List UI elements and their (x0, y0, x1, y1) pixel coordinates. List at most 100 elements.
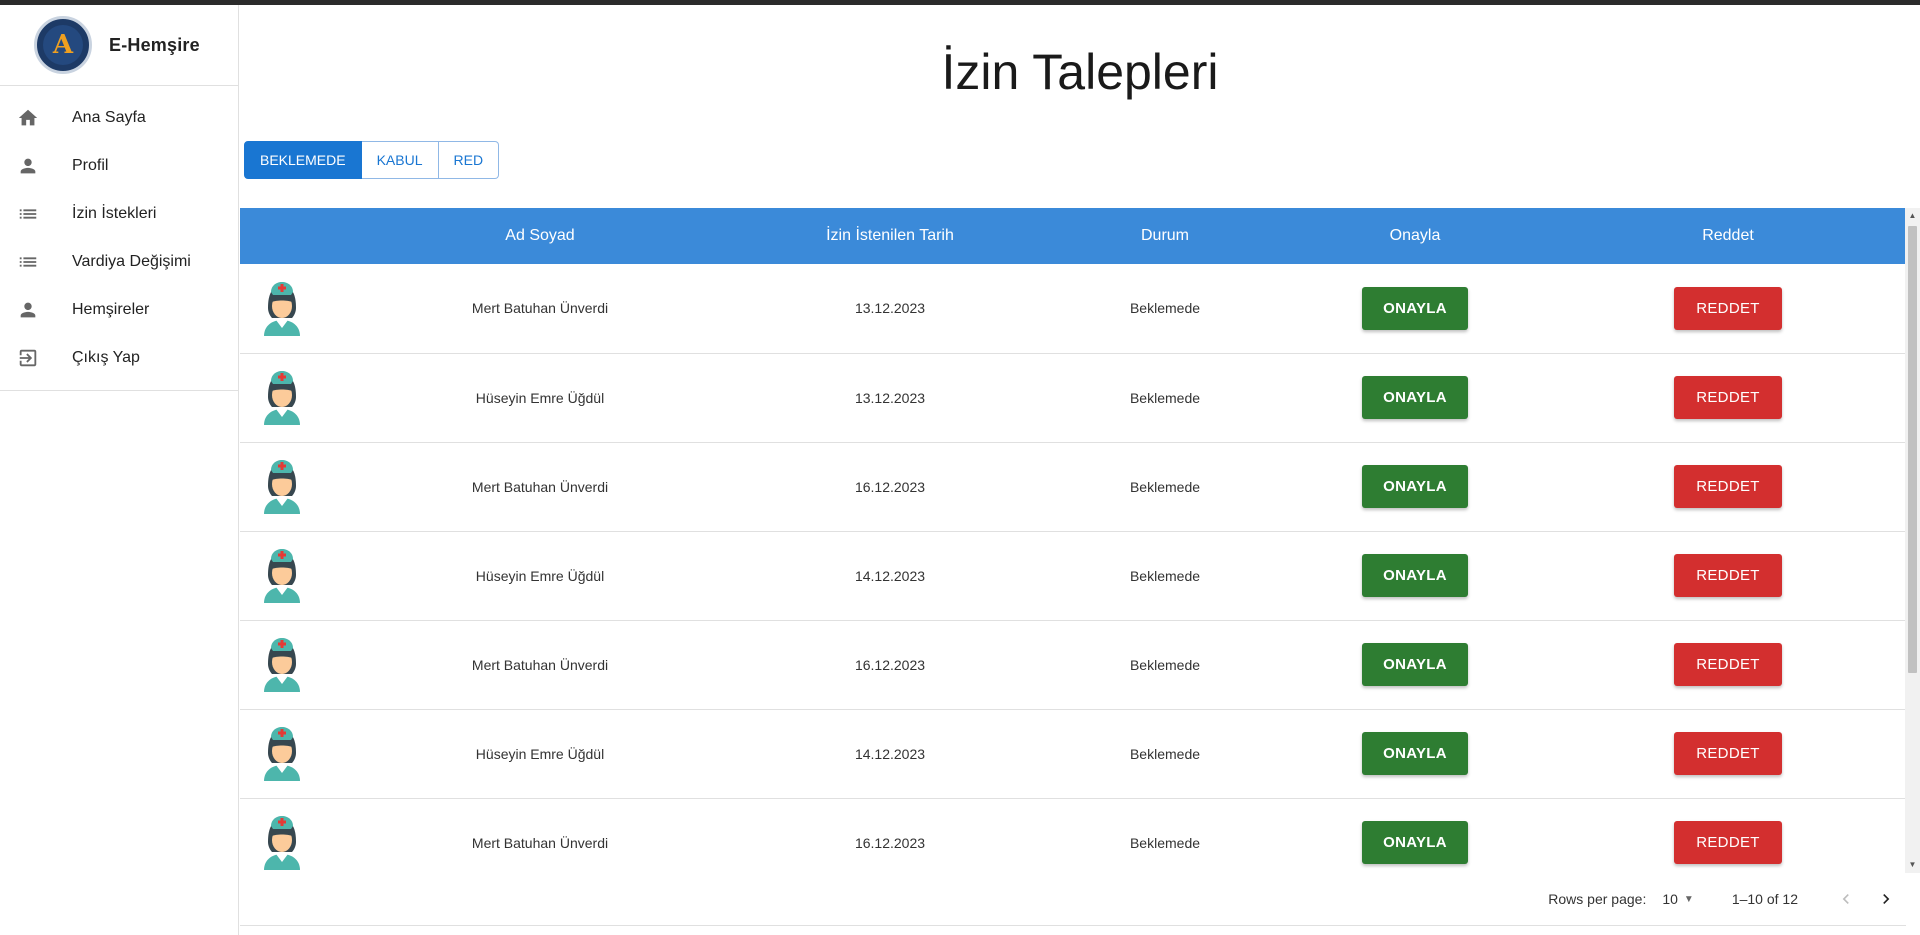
column-header-status: Durum (1140, 227, 1189, 244)
sidebar-item-izin-istekleri[interactable]: İzin İstekleri (0, 190, 238, 238)
pagination-range: 1–10 of 12 (1731, 891, 1798, 907)
cell-name: Mert Batuhan Ünverdi (471, 300, 609, 317)
sidebar-item-ana-sayfa[interactable]: Ana Sayfa (0, 94, 238, 142)
approve-button[interactable]: ONAYLA (1362, 554, 1468, 597)
cell-approve: ONAYLA (1280, 798, 1550, 873)
next-page-button[interactable] (1874, 887, 1898, 911)
reject-button[interactable]: REDDET (1674, 554, 1782, 597)
cell-name: Mert Batuhan Ünverdi (471, 656, 609, 673)
table-row: Hüseyin Emre Üğdül 14.12.2023 Beklemede … (240, 709, 1906, 798)
cell-date: 13.12.2023 (854, 389, 926, 406)
cell-approve: ONAYLA (1280, 531, 1550, 620)
previous-page-button[interactable] (1834, 887, 1858, 911)
avatar (240, 798, 350, 873)
scroll-down-arrow-icon[interactable]: ▼ (1908, 860, 1917, 870)
column-header-avatar (240, 208, 350, 264)
table-header-row: Ad Soyad İzin İstenilen Tarih Durum Onay… (240, 208, 1906, 264)
sidebar-item-profil[interactable]: Profil (0, 142, 238, 190)
column-header-reject: Reddet (1702, 227, 1754, 244)
tab-kabul[interactable]: KABUL (361, 141, 439, 179)
cell-date: 14.12.2023 (854, 567, 926, 584)
sidebar-item-label: Profil (72, 157, 109, 174)
sidebar-item-cikis-yap[interactable]: Çıkış Yap (0, 334, 238, 382)
cell-name: Mert Batuhan Ünverdi (471, 478, 609, 495)
home-icon (16, 106, 40, 130)
tab-beklemede[interactable]: BEKLEMEDE (244, 141, 362, 179)
cell-date: 16.12.2023 (854, 656, 926, 673)
cell-status: Beklemede (1129, 478, 1201, 495)
cell-date: 16.12.2023 (854, 478, 926, 495)
sidebar-item-label: Vardiya Değişimi (72, 253, 191, 270)
cell-name: Hüseyin Emre Üğdül (475, 745, 605, 762)
cell-status: Beklemede (1129, 656, 1201, 673)
reject-button[interactable]: REDDET (1674, 286, 1782, 330)
logout-icon (16, 346, 40, 370)
cell-date: 13.12.2023 (854, 300, 926, 317)
approve-button[interactable]: ONAYLA (1362, 732, 1468, 775)
reject-button[interactable]: REDDET (1674, 643, 1782, 686)
status-tabs: BEKLEMEDE KABUL RED (244, 141, 500, 179)
cell-status: Beklemede (1129, 567, 1201, 584)
scroll-up-arrow-icon[interactable]: ▲ (1908, 211, 1917, 221)
table-row: Hüseyin Emre Üğdül 14.12.2023 Beklemede … (240, 531, 1906, 620)
requests-table-container: Ad Soyad İzin İstenilen Tarih Durum Onay… (240, 208, 1906, 873)
person-icon (16, 154, 40, 178)
sidebar-item-label: İzin İstekleri (72, 205, 157, 222)
nurse-avatar-icon (260, 371, 304, 428)
cell-name: Mert Batuhan Ünverdi (471, 834, 609, 851)
reject-button[interactable]: REDDET (1674, 376, 1782, 419)
scroll-thumb[interactable] (1908, 226, 1917, 673)
sidebar-item-label: Çıkış Yap (72, 349, 140, 366)
approve-button[interactable]: ONAYLA (1362, 821, 1468, 864)
table-scrollbar[interactable]: ▲ ▼ (1905, 208, 1920, 873)
person-icon (16, 298, 40, 322)
table-row: Mert Batuhan Ünverdi 16.12.2023 Beklemed… (240, 620, 1906, 709)
cell-name: Hüseyin Emre Üğdül (475, 567, 605, 584)
avatar (240, 264, 350, 353)
nurse-avatar-icon (260, 281, 304, 339)
cell-status: Beklemede (1129, 834, 1201, 851)
list-icon (16, 250, 40, 274)
nurse-avatar-icon (260, 727, 304, 784)
cell-reject: REDDET (1550, 353, 1906, 442)
sidebar-nav: Ana Sayfa Profil İzin İstekleri Vardiya … (0, 86, 238, 391)
cell-approve: ONAYLA (1280, 620, 1550, 709)
cell-approve: ONAYLA (1280, 353, 1550, 442)
chevron-right-icon (1883, 894, 1890, 904)
table-row: Mert Batuhan Ünverdi 13.12.2023 Beklemed… (240, 264, 1906, 353)
reject-button[interactable]: REDDET (1674, 732, 1782, 775)
avatar (240, 353, 350, 442)
university-logo: A (34, 16, 92, 74)
reject-button[interactable]: REDDET (1674, 821, 1782, 864)
rows-per-page-select[interactable]: 10 ▼ (1662, 891, 1693, 907)
main-content: İzin Talepleri BEKLEMEDE KABUL RED Ad So… (240, 5, 1920, 935)
avatar (240, 709, 350, 798)
cell-reject: REDDET (1550, 620, 1906, 709)
column-header-date: İzin İstenilen Tarih (826, 227, 954, 244)
avatar (240, 620, 350, 709)
chevron-left-icon (1842, 894, 1849, 904)
nurse-avatar-icon (260, 638, 304, 695)
cell-reject: REDDET (1550, 798, 1906, 873)
reject-button[interactable]: REDDET (1674, 465, 1782, 508)
sidebar-item-label: Hemşireler (72, 301, 150, 318)
cell-reject: REDDET (1550, 442, 1906, 531)
tab-red[interactable]: RED (438, 141, 500, 179)
avatar (240, 442, 350, 531)
avatar (240, 531, 350, 620)
sidebar-item-label: Ana Sayfa (72, 109, 146, 126)
approve-button[interactable]: ONAYLA (1362, 643, 1468, 686)
approve-button[interactable]: ONAYLA (1362, 286, 1468, 330)
sidebar-item-hemsireler[interactable]: Hemşireler (0, 286, 238, 334)
cell-status: Beklemede (1129, 389, 1201, 406)
cell-reject: REDDET (1550, 709, 1906, 798)
approve-button[interactable]: ONAYLA (1362, 376, 1468, 419)
cell-status: Beklemede (1129, 745, 1201, 762)
pagination: Rows per page: 10 ▼ 1–10 of 12 (240, 873, 1906, 926)
rows-per-page-label: Rows per page: (1548, 891, 1647, 907)
brand: A E-Hemşire (0, 5, 238, 86)
approve-button[interactable]: ONAYLA (1362, 465, 1468, 508)
list-icon (16, 202, 40, 226)
sidebar-item-vardiya-degisimi[interactable]: Vardiya Değişimi (0, 238, 238, 286)
table-row: Mert Batuhan Ünverdi 16.12.2023 Beklemed… (240, 442, 1906, 531)
